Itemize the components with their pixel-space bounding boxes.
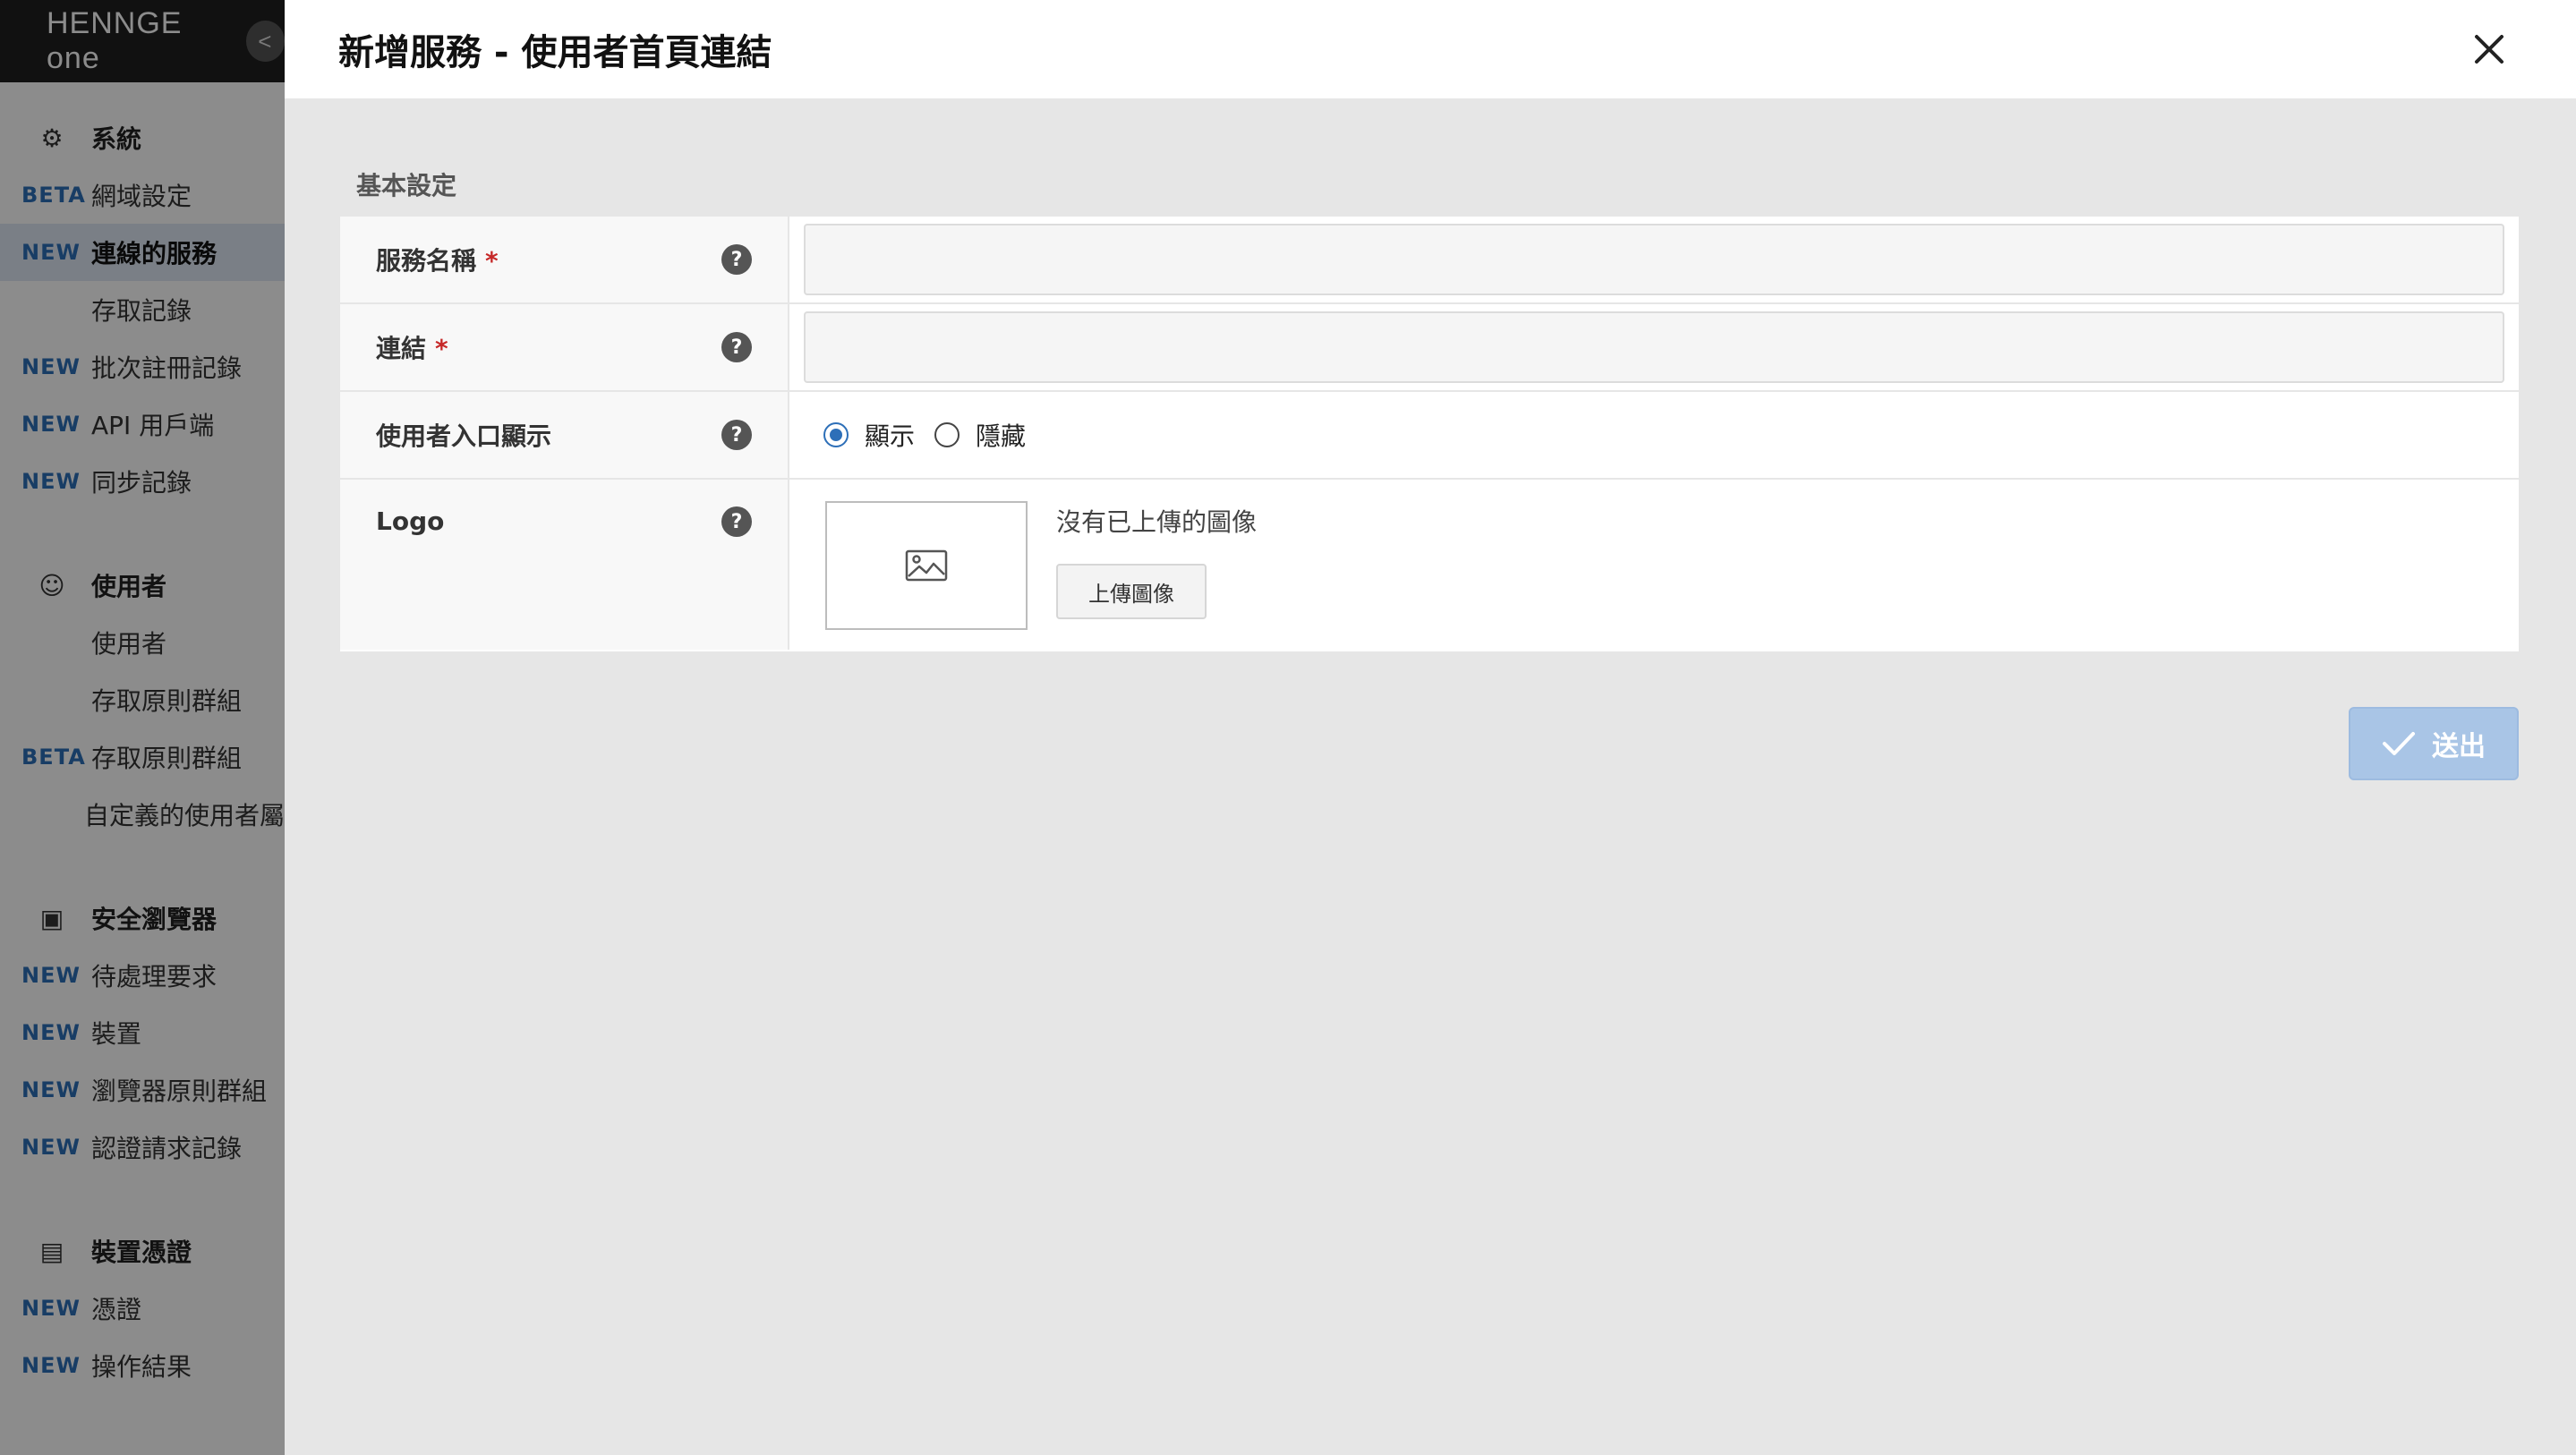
modal-backdrop[interactable] [0,0,285,1455]
add-service-dialog: 新增服務 - 使用者首頁連結 基本設定 服務名稱 * ? 連結 * ? 使用者入… [285,0,2576,1455]
link-input[interactable] [804,311,2504,383]
value-cell: 顯示 隱藏 [789,392,2519,478]
radio-hide[interactable] [934,422,960,447]
logo-label: Logo [376,506,445,536]
radio-show[interactable] [823,422,849,447]
label-cell: 使用者入口顯示 ? [340,392,789,478]
form-row-portal-display: 使用者入口顯示 ? 顯示 隱藏 [340,392,2519,480]
dialog-title: 新增服務 - 使用者首頁連結 [338,32,772,73]
upload-image-button[interactable]: 上傳圖像 [1056,564,1207,619]
portal-display-label: 使用者入口顯示 [376,421,552,451]
radio-hide-label[interactable]: 隱藏 [976,417,1026,453]
submit-button[interactable]: 送出 [2349,707,2519,780]
settings-form: 服務名稱 * ? 連結 * ? 使用者入口顯示 ? 顯示 隱藏 Logo ? 沒… [340,217,2519,651]
submit-label: 送出 [2432,731,2486,762]
form-row-logo: Logo ? 沒有已上傳的圖像 上傳圖像 [340,480,2519,651]
label-cell: 服務名稱 * ? [340,217,789,302]
form-row-link: 連結 * ? [340,304,2519,392]
link-label: 連結 [376,334,427,363]
close-icon [2475,35,2503,64]
help-icon[interactable]: ? [721,506,752,537]
value-cell: 沒有已上傳的圖像 上傳圖像 [789,480,2519,651]
check-icon [2383,732,2415,755]
radio-show-label[interactable]: 顯示 [865,417,915,453]
help-icon[interactable]: ? [721,420,752,450]
no-image-text: 沒有已上傳的圖像 [1056,507,1258,537]
close-button[interactable] [2465,25,2513,73]
required-marker: * [485,246,499,276]
service-name-input[interactable] [804,224,2504,295]
required-marker: * [435,334,448,363]
field-label: 服務名稱 * [376,242,499,277]
help-icon[interactable]: ? [721,332,752,362]
logo-info: 沒有已上傳的圖像 上傳圖像 [1056,501,1257,619]
image-placeholder-icon [905,549,948,582]
dialog-header: 新增服務 - 使用者首頁連結 [285,0,2576,98]
form-row-service-name: 服務名稱 * ? [340,217,2519,304]
label-cell: Logo ? [340,480,789,650]
service-name-label: 服務名稱 [376,246,477,276]
help-icon[interactable]: ? [721,244,752,275]
logo-preview [825,501,1028,630]
portal-display-radio-group: 顯示 隱藏 [804,417,1045,453]
value-cell [789,304,2519,390]
value-cell [789,217,2519,302]
label-cell: 連結 * ? [340,304,789,390]
field-label: 連結 * [376,329,448,365]
section-title: 基本設定 [356,171,457,200]
